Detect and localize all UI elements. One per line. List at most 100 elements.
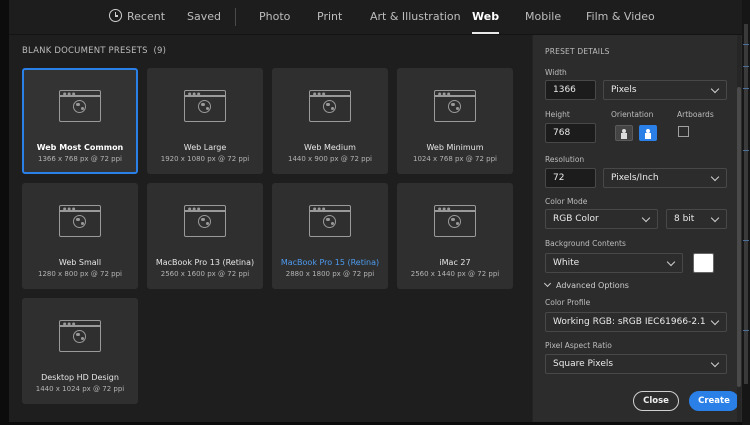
preset-tile[interactable]: ●●● MacBook Pro 15 (Retina) 2880 x 1800 px… — [272, 183, 388, 289]
tab-print[interactable]: Print — [317, 0, 342, 34]
web-document-icon: ●●● — [59, 320, 101, 352]
bit-depth-select[interactable]: 8 bit — [666, 209, 727, 229]
background-color-swatch[interactable] — [693, 253, 714, 273]
advanced-options-toggle[interactable]: Advanced Options — [543, 279, 629, 290]
preset-size: 1440 x 1024 px @ 72 ppi — [35, 385, 125, 393]
preset-tile[interactable]: ●●● Web Small 1280 x 800 px @ 72 ppi — [22, 183, 138, 289]
tab-photo[interactable]: Photo — [259, 0, 290, 34]
tab-art-illustration[interactable]: Art & Illustration — [370, 0, 461, 34]
create-button[interactable]: Create — [689, 391, 739, 411]
artboards-label: Artboards — [677, 110, 714, 119]
preset-name: Web Most Common — [36, 143, 124, 152]
width-unit-select[interactable]: Pixels — [603, 80, 727, 100]
landscape-orientation-button[interactable] — [639, 125, 657, 141]
globe-icon — [73, 100, 86, 113]
pixel-aspect-ratio-select[interactable]: Square Pixels — [545, 354, 727, 374]
preset-size: 2880 x 1800 px @ 72 ppi — [285, 270, 375, 278]
color-mode-label: Color Mode — [545, 197, 588, 206]
resolution-label: Resolution — [545, 155, 585, 164]
window-titlebar — [435, 210, 475, 212]
preset-name: Web Small — [58, 258, 102, 267]
preset-tile[interactable]: ●●● Web Large 1920 x 1080 px @ 72 ppi — [147, 68, 263, 174]
clock-icon — [109, 9, 122, 22]
preset-name: Web Minimum — [426, 143, 484, 152]
edge-tick — [743, 150, 749, 151]
globe-icon — [323, 215, 336, 228]
chevron-down-icon — [710, 316, 720, 326]
web-document-icon: ●●● — [59, 205, 101, 237]
preset-tile[interactable]: ●●● Web Most Common 1366 x 768 px @ 72 ppi — [22, 68, 138, 174]
preset-tile[interactable]: ●●● Desktop HD Design 1440 x 1024 px @ 72 … — [22, 298, 138, 404]
tab-mobile[interactable]: Mobile — [525, 0, 561, 34]
preset-size: 1366 x 768 px @ 72 ppi — [38, 155, 122, 163]
chevron-down-icon — [710, 213, 720, 223]
color-profile-label: Color Profile — [545, 298, 591, 307]
globe-icon — [323, 100, 336, 113]
details-scrollbar[interactable] — [737, 35, 741, 422]
globe-icon — [198, 100, 211, 113]
window-titlebar — [310, 210, 350, 212]
presets-panel: BLANK DOCUMENT PRESETS (9) ●●● Web Most C… — [9, 35, 532, 422]
chevron-down-icon — [641, 213, 651, 223]
edge-tick — [743, 88, 749, 89]
tab-film-video[interactable]: Film & Video — [586, 0, 655, 34]
preset-size: 2560 x 1600 px @ 72 ppi — [160, 270, 250, 278]
web-document-icon: ●●● — [184, 90, 226, 122]
orientation-label: Orientation — [611, 110, 654, 119]
tab-recent[interactable]: Recent — [109, 0, 165, 34]
tab-divider — [235, 8, 236, 26]
height-input[interactable]: 768 — [545, 123, 596, 143]
landscape-icon-body — [645, 133, 651, 139]
resolution-input[interactable]: 72 — [545, 168, 596, 188]
window-titlebar — [60, 325, 100, 327]
color-profile-select[interactable]: Working RGB: sRGB IEC61966-2.1 — [545, 312, 727, 332]
close-button[interactable]: Close — [633, 391, 679, 411]
resolution-unit-select[interactable]: Pixels/Inch — [603, 168, 727, 188]
color-mode-select[interactable]: RGB Color — [545, 209, 658, 229]
preset-tile[interactable]: ●●● Web Minimum 1024 x 768 px @ 72 ppi — [397, 68, 513, 174]
preset-name: Web Large — [183, 143, 227, 152]
tab-saved[interactable]: Saved — [187, 0, 221, 34]
web-document-icon: ●●● — [59, 90, 101, 122]
preset-name: iMac 27 — [439, 258, 471, 267]
window-edge — [742, 0, 750, 425]
globe-icon — [73, 330, 86, 343]
preset-name: Desktop HD Design — [41, 373, 119, 382]
height-label: Height — [545, 110, 570, 119]
window-titlebar — [60, 95, 100, 97]
portrait-orientation-button[interactable] — [615, 125, 633, 141]
window-titlebar — [435, 95, 475, 97]
preset-size: 2560 x 1440 px @ 72 ppi — [410, 270, 500, 278]
preset-size: 1440 x 900 px @ 72 ppi — [288, 155, 372, 163]
chevron-down-icon — [543, 279, 552, 288]
width-label: Width — [545, 68, 567, 77]
chevron-down-icon — [710, 84, 720, 94]
category-tabs: Recent Saved Photo Print Art & Illustrat… — [9, 0, 742, 35]
preset-tile[interactable]: ●●● iMac 27 2560 x 1440 px @ 72 ppi — [397, 183, 513, 289]
preset-size: 1024 x 768 px @ 72 ppi — [413, 155, 497, 163]
scrollbar-thumb[interactable] — [737, 87, 741, 387]
chevron-down-icon — [710, 172, 720, 182]
web-document-icon: ●●● — [309, 90, 351, 122]
width-input[interactable]: 1366 — [545, 80, 596, 100]
pixel-aspect-ratio-label: Pixel Aspect Ratio — [545, 341, 612, 350]
portrait-icon-body — [621, 133, 627, 139]
globe-icon — [448, 215, 461, 228]
preset-tile[interactable]: ●●● MacBook Pro 13 (Retina) 2560 x 1600 px… — [147, 183, 263, 289]
tab-web[interactable]: Web — [472, 0, 500, 34]
artboards-checkbox[interactable] — [678, 126, 689, 137]
preset-details-panel: PRESET DETAILS Width 1366 Pixels Height … — [533, 35, 742, 422]
globe-icon — [448, 100, 461, 113]
preset-size: 1280 x 800 px @ 72 ppi — [38, 270, 122, 278]
preset-tile[interactable]: ●●● Web Medium 1440 x 900 px @ 72 ppi — [272, 68, 388, 174]
web-document-icon: ●●● — [309, 205, 351, 237]
edge-tick — [743, 330, 749, 331]
chevron-down-icon — [666, 257, 676, 267]
web-document-icon: ●●● — [434, 90, 476, 122]
preset-size: 1920 x 1080 px @ 72 ppi — [160, 155, 250, 163]
globe-icon — [73, 215, 86, 228]
preset-name: MacBook Pro 13 (Retina) — [155, 258, 255, 267]
window-titlebar — [60, 210, 100, 212]
window-titlebar — [185, 95, 225, 97]
background-contents-select[interactable]: White — [545, 253, 683, 273]
